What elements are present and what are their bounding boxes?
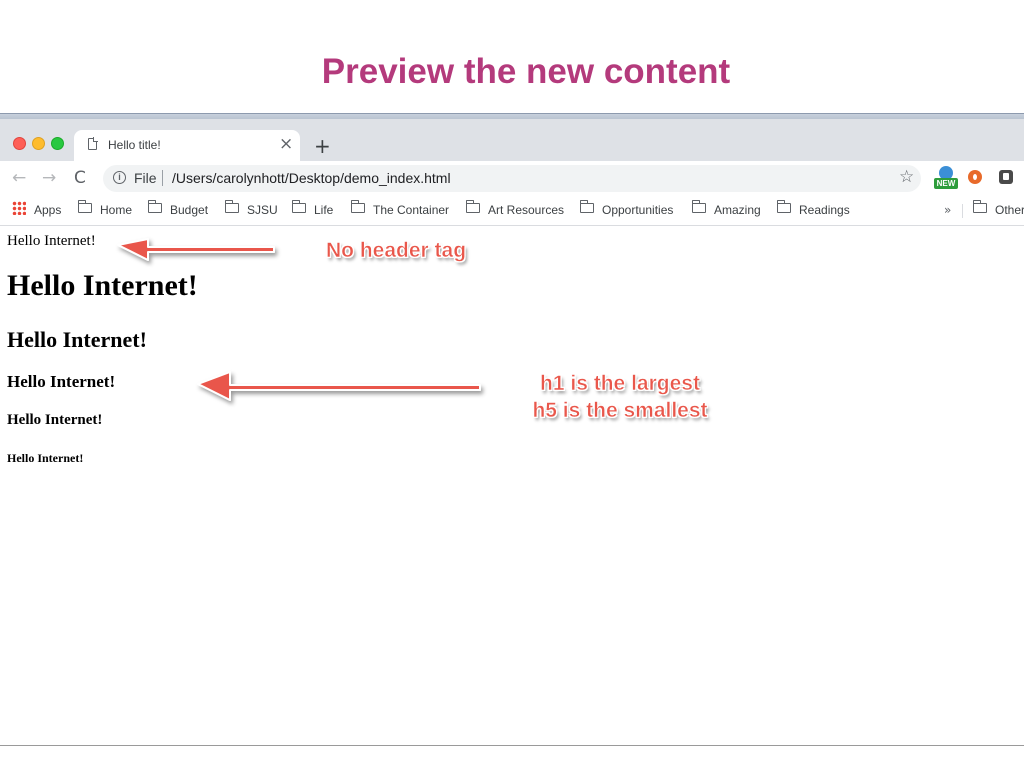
bookmark-the-container[interactable]: The Container xyxy=(350,200,449,219)
bookmarks-divider xyxy=(962,204,963,218)
tab-title: Hello title! xyxy=(108,138,161,152)
folder-icon xyxy=(776,200,791,214)
bookmark-apps[interactable]: Apps xyxy=(12,201,61,219)
annotation-heading-sizes: h1 is the largest h5 is the smallest xyxy=(518,370,722,424)
extension-new-icon[interactable]: NEW xyxy=(934,166,958,190)
folder-icon xyxy=(465,200,480,214)
folder-icon xyxy=(147,200,162,214)
reload-icon[interactable]: C xyxy=(74,168,86,188)
new-badge: NEW xyxy=(934,178,958,189)
folder-icon xyxy=(77,200,92,214)
folder-icon xyxy=(972,200,987,214)
tab-strip: Hello title! × + xyxy=(0,119,1024,161)
bookmark-art-resources[interactable]: Art Resources xyxy=(465,200,564,219)
bookmark-budget[interactable]: Budget xyxy=(147,200,208,219)
extension-shield-icon[interactable] xyxy=(999,170,1013,184)
bookmark-sjsu[interactable]: SJSU xyxy=(224,200,278,219)
folder-icon xyxy=(350,200,365,214)
page-content: Hello Internet! Hello Internet! Hello In… xyxy=(0,226,1024,745)
tab-hello-title[interactable]: Hello title! × xyxy=(74,130,300,161)
bookmark-readings[interactable]: Readings xyxy=(776,200,850,219)
bookmark-star-icon[interactable]: ☆ xyxy=(899,167,914,187)
folder-icon xyxy=(579,200,594,214)
apps-grid-icon xyxy=(12,201,26,216)
minimize-window-button[interactable] xyxy=(32,137,45,150)
slide: Preview the new content Hello title! × +… xyxy=(0,0,1024,768)
address-divider xyxy=(162,170,163,186)
maximize-window-button[interactable] xyxy=(51,137,64,150)
info-icon[interactable]: i xyxy=(113,171,126,184)
document-icon xyxy=(88,137,98,150)
plain-paragraph: Hello Internet! xyxy=(7,233,96,249)
browser-window: Hello title! × + ← → C i File /Users/car… xyxy=(0,113,1024,746)
heading-h5: Hello Internet! xyxy=(7,451,84,465)
folder-icon xyxy=(224,200,239,214)
annotation-line-1: h1 is the largest xyxy=(540,372,700,396)
browser-toolbar: ← → C i File /Users/carolynhott/Desktop/… xyxy=(0,161,1024,196)
bookmark-amazing[interactable]: Amazing xyxy=(691,200,761,219)
heading-h4: Hello Internet! xyxy=(7,412,103,428)
folder-icon xyxy=(291,200,306,214)
annotation-no-header: No header tag xyxy=(326,239,467,263)
bookmark-opportunities[interactable]: Opportunities xyxy=(579,200,673,219)
back-arrow-icon[interactable]: ← xyxy=(12,168,26,188)
bookmark-home[interactable]: Home xyxy=(77,200,132,219)
forward-arrow-icon[interactable]: → xyxy=(42,168,56,188)
close-window-button[interactable] xyxy=(13,137,26,150)
heading-h2: Hello Internet! xyxy=(7,327,147,352)
folder-icon xyxy=(691,200,706,214)
bookmarks-bar: Apps Home Budget SJSU Life The Container… xyxy=(0,196,1024,226)
bookmark-life[interactable]: Life xyxy=(291,200,333,219)
url-text[interactable]: /Users/carolynhott/Desktop/demo_index.ht… xyxy=(172,170,451,186)
new-tab-button[interactable]: + xyxy=(314,136,331,156)
bookmarks-overflow-icon[interactable]: » xyxy=(944,203,951,217)
annotation-line-2: h5 is the smallest xyxy=(532,399,708,423)
tab-close-icon[interactable]: × xyxy=(279,134,293,154)
slide-title: Preview the new content xyxy=(321,52,731,91)
extension-fire-icon[interactable] xyxy=(968,170,982,184)
address-bar[interactable]: i File /Users/carolynhott/Desktop/demo_i… xyxy=(103,165,921,192)
heading-h3: Hello Internet! xyxy=(7,372,116,391)
heading-h1: Hello Internet! xyxy=(7,269,198,302)
scheme-label: File xyxy=(134,170,157,186)
bookmark-other[interactable]: Other xyxy=(972,200,1024,219)
